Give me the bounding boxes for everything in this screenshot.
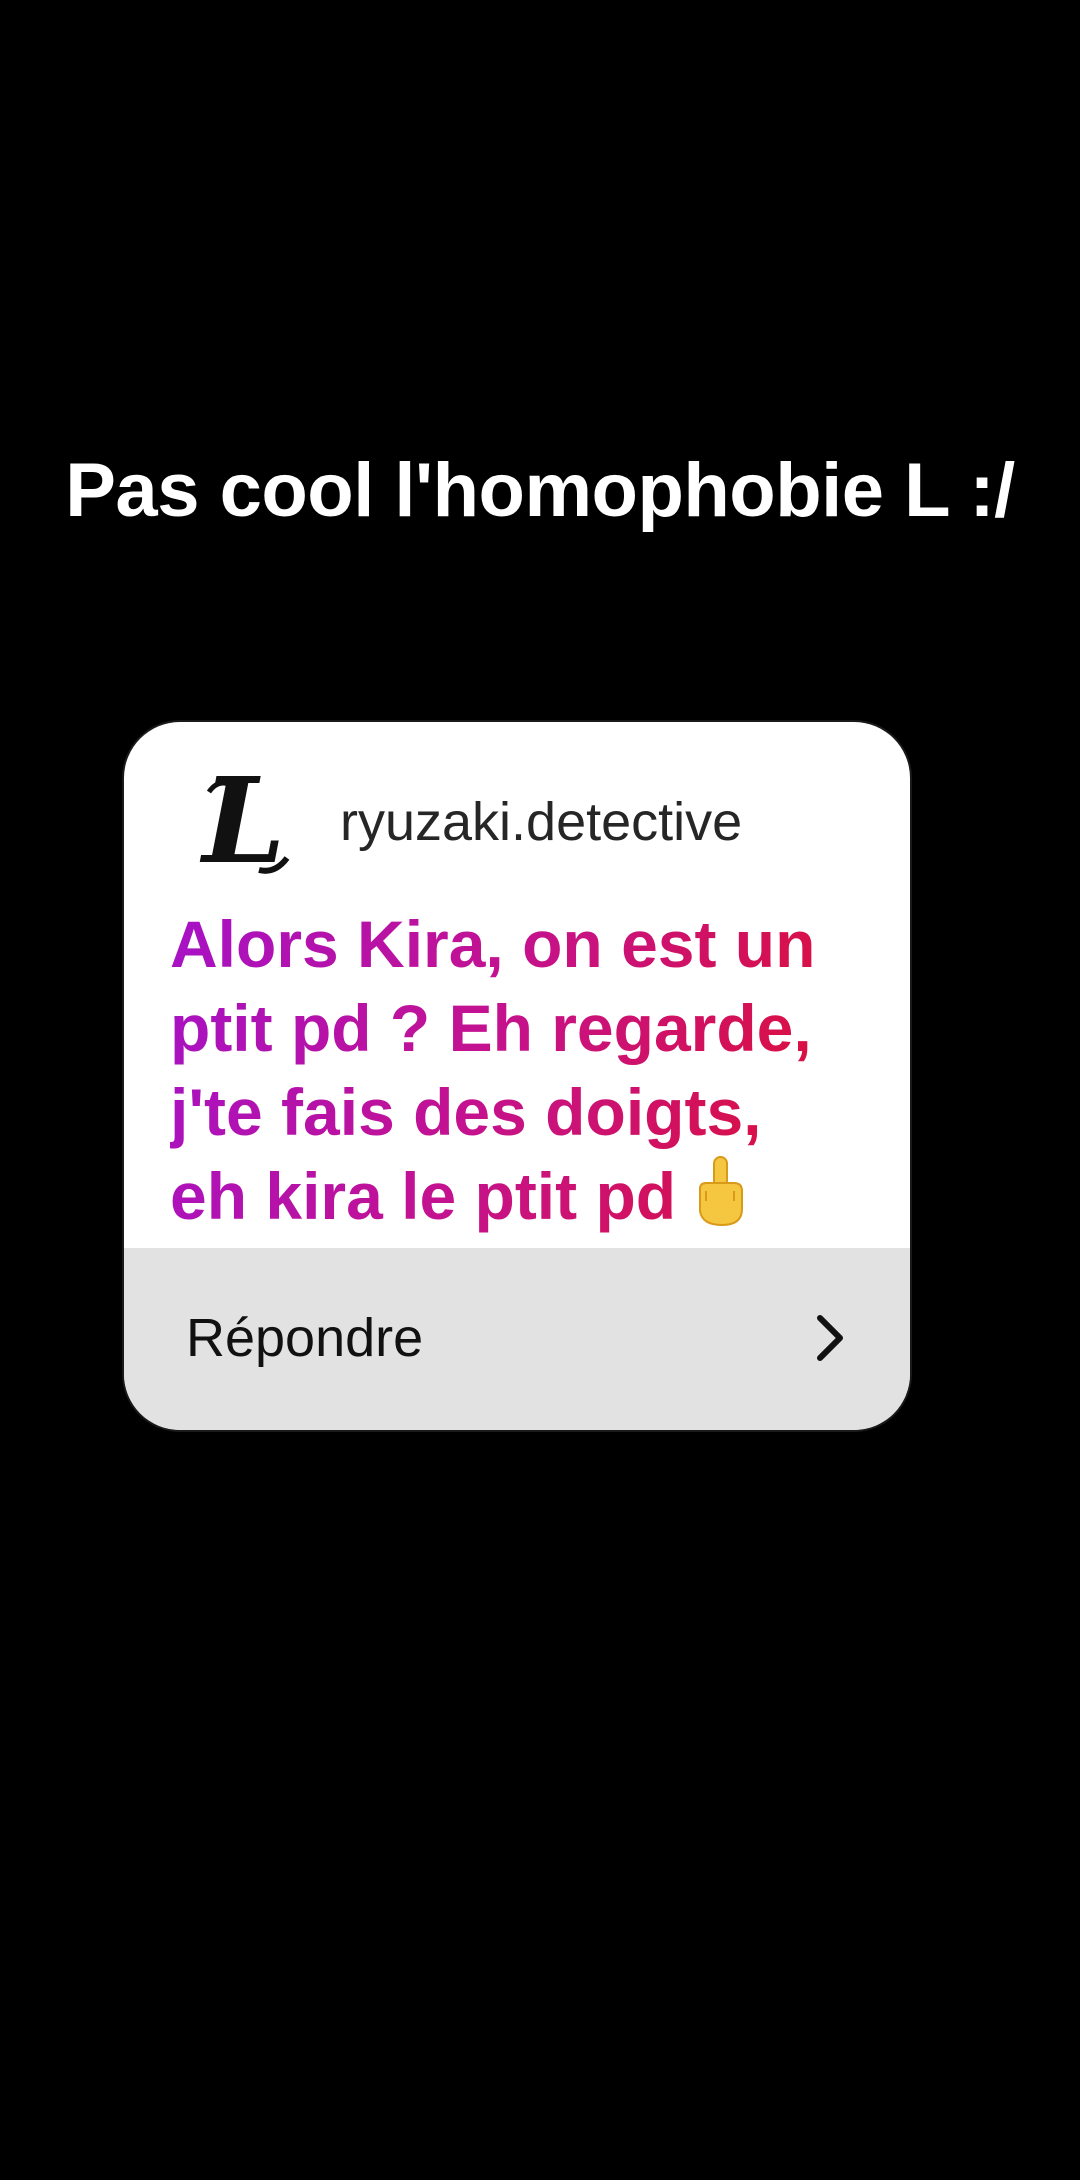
reply-label: Répondre <box>186 1308 424 1368</box>
message-line: eh kira le ptit pd <box>170 1159 677 1233</box>
sender-header: L ryuzaki.detective <box>124 762 910 882</box>
death-note-L-logo-icon: L <box>200 762 290 882</box>
message-line: ptit pd ? Eh regarde, <box>170 991 812 1065</box>
middle-finger-icon <box>699 1156 744 1227</box>
svg-text:L: L <box>200 762 286 882</box>
question-sticker-card: L ryuzaki.detective Alors Kira, on est u… <box>124 722 910 1430</box>
message-line: j'te fais des doigts, <box>170 1075 762 1149</box>
message-text: Alors Kira, on est un ptit pd ? Eh regar… <box>170 902 870 1238</box>
chevron-right-icon <box>817 1315 843 1361</box>
story-caption: Pas cool l'homophobie L :/ <box>65 448 1015 533</box>
reply-button[interactable]: Répondre <box>124 1248 910 1430</box>
message-line-last: eh kira le ptit pd <box>170 1154 870 1238</box>
message-line: Alors Kira, on est un <box>170 907 816 981</box>
sender-username[interactable]: ryuzaki.detective <box>340 790 742 854</box>
avatar[interactable]: L <box>184 762 304 882</box>
